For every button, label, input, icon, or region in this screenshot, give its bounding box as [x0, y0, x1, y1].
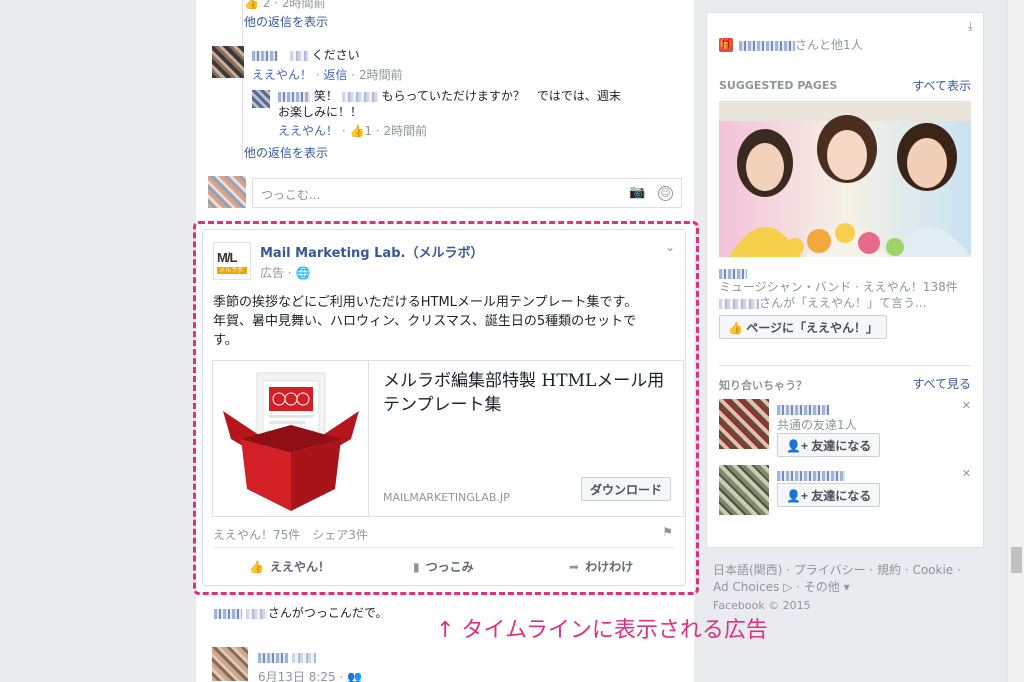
more-replies-link[interactable]: 他の返信を表示 — [244, 13, 328, 30]
right-sidebar: ⤓ 🎁 さんと他1人 SUGGESTED PAGES すべて表示 ミュージシャン… — [706, 12, 984, 548]
reply-mention-pixelated[interactable] — [341, 91, 378, 102]
thumbs-up-icon: 👍 — [728, 320, 747, 335]
like-count-icon: 👍 — [244, 0, 259, 10]
like-page-button[interactable]: 👍 ページに「ええやん！」 — [719, 315, 888, 339]
mention-pixelated[interactable] — [289, 50, 308, 61]
story-author-pixelated-2[interactable] — [291, 652, 316, 663]
birthday-line: さんと他1人 — [739, 37, 863, 53]
reply-meta: ええやん！ · 👍1 · 2時間前 — [278, 124, 428, 138]
section-divider — [719, 365, 971, 366]
scrollbar-thumb[interactable] — [1011, 547, 1022, 573]
top-reply-meta: 👍 2 · 2時間前 — [244, 0, 326, 11]
footer-links: 日本語(関西) · プライバシー · 規約 · Cookie · Ad Choi… — [713, 563, 961, 594]
camera-icon[interactable]: 📷 — [629, 185, 645, 201]
composer-avatar — [208, 176, 246, 208]
reply-like-link[interactable]: ええやん！ — [278, 124, 338, 138]
commenter-avatar[interactable] — [212, 46, 244, 78]
pymk-name-2 — [777, 467, 845, 483]
copyright: Facebook © 2015 — [713, 599, 811, 612]
friend-name-pixelated-2[interactable] — [245, 608, 268, 619]
story-header: さんがつっこんだで。 — [214, 605, 387, 621]
add-friend-button-1[interactable]: 👤+ 友達になる — [777, 433, 881, 457]
ad-highlight-outline — [193, 221, 699, 595]
story-author-pixelated[interactable] — [258, 652, 288, 663]
story-date: 6月13日 8:25 · 👥 — [258, 670, 363, 682]
story-author — [258, 649, 316, 665]
pymk-see-all[interactable]: すべて見る — [912, 375, 971, 392]
audience-icon: 👥 — [347, 670, 363, 682]
pymk-avatar-1[interactable] — [719, 399, 769, 449]
see-all-link[interactable]: すべて表示 — [912, 77, 971, 94]
close-icon[interactable]: ✕ — [962, 399, 971, 412]
pymk-name-pixelated-1[interactable] — [777, 404, 829, 415]
pymk-mutual[interactable]: 共通の友達1人 — [777, 417, 857, 433]
thread-line — [242, 0, 243, 160]
composer-placeholder: つっこむ... — [261, 188, 321, 202]
liked-by-pixelated[interactable] — [719, 298, 759, 309]
comment-like-link[interactable]: ええやん！ — [252, 68, 312, 82]
three-women-photo — [719, 101, 971, 257]
more-replies-link-2[interactable]: 他の返信を表示 — [244, 144, 328, 161]
reply-text: 笑！ もらっていただけますか？ ではでは、週末 お楽しみに！！ — [278, 89, 621, 119]
comment-text: ください — [252, 47, 360, 63]
gift-icon: 🎁 — [719, 38, 733, 52]
annotation-caption: ↑ タイムラインに表示される広告 — [436, 618, 768, 643]
page-liked-by: さんが「ええやん！」て言う... — [719, 295, 926, 311]
friend-name-pixelated[interactable] — [214, 608, 242, 619]
comment-time[interactable]: 2時間前 — [359, 68, 403, 82]
reply-author-pixelated[interactable] — [278, 91, 310, 102]
add-friend-icon: 👤+ — [786, 488, 812, 503]
add-friend-button-2[interactable]: 👤+ 友達になる — [777, 483, 881, 507]
pymk-name-pixelated-2[interactable] — [777, 470, 845, 481]
pymk-avatar-2[interactable] — [719, 465, 769, 515]
comment-meta: ええやん！ · 返信 · 2時間前 — [252, 68, 403, 82]
thumb-icon: 👍 — [349, 124, 365, 138]
page-category: ミュージシャン・バンド · ええやん！138件 — [719, 280, 958, 294]
page-name-pixelated[interactable] — [719, 268, 747, 279]
commenter-name-pixelated[interactable] — [252, 50, 278, 61]
pymk-title: 知り合いちゃう？ — [719, 379, 807, 392]
suggested-page-photo[interactable] — [719, 101, 971, 257]
emoji-icon[interactable]: ☺ — [658, 186, 673, 201]
suggested-pages-title: SUGGESTED PAGES — [719, 79, 838, 92]
reply-avatar[interactable] — [252, 90, 270, 108]
story-avatar[interactable] — [212, 647, 248, 681]
download-icon[interactable]: ⤓ — [968, 19, 973, 34]
comment-composer[interactable]: つっこむ... 📷 ☺ — [252, 178, 682, 208]
close-icon-2[interactable]: ✕ — [962, 467, 971, 480]
scrollbar[interactable] — [1007, 0, 1024, 682]
friend-pixelated[interactable] — [739, 40, 795, 51]
comment-reply-link[interactable]: 返信 — [323, 68, 347, 82]
add-friend-icon: 👤+ — [786, 438, 812, 453]
pymk-name-1 — [777, 401, 829, 417]
